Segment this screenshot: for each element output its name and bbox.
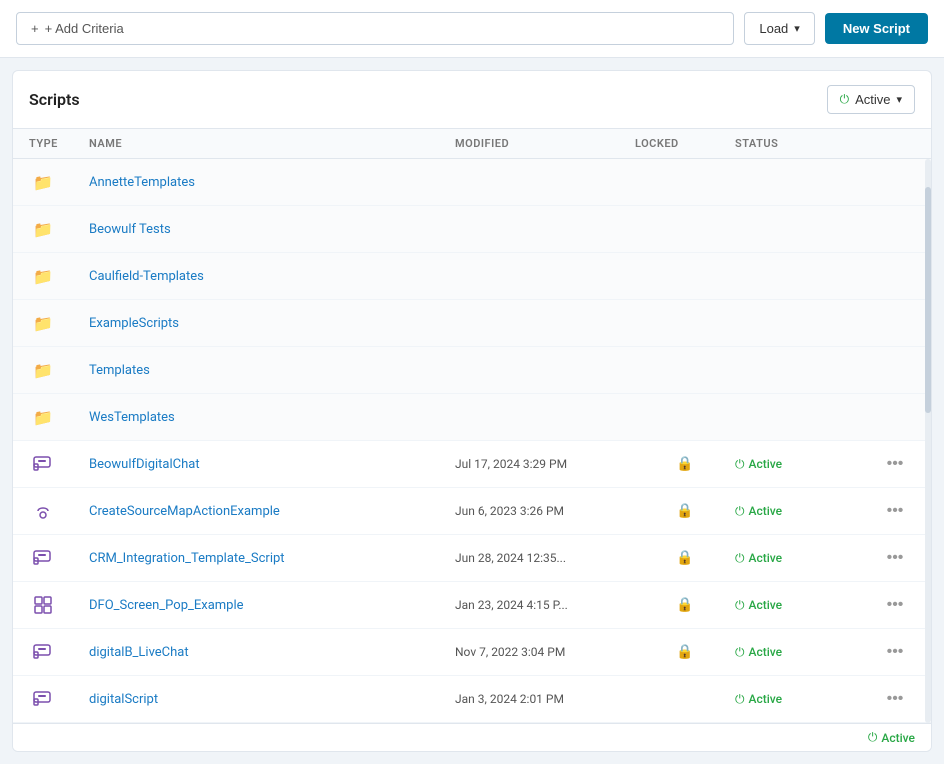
col-actions	[875, 137, 915, 150]
status-filter-button[interactable]: ⏻ Active ▾	[827, 85, 915, 114]
script-icon-dfo	[29, 591, 57, 619]
table-row: digitalB_LiveChat Nov 7, 2022 3:04 PM 🔒 …	[13, 629, 931, 676]
status-active-digital-script: ⏻ Active	[735, 692, 875, 707]
table-body: 📁 AnnetteTemplates 📁 Beowulf Tests 📁 Cau…	[13, 159, 931, 723]
bottom-bar: ⏻ Active	[13, 723, 931, 751]
more-button-digital-b[interactable]: •••	[875, 641, 915, 663]
table-row: 📁 Beowulf Tests	[13, 206, 931, 253]
script-modified-create-source: Jun 6, 2023 3:26 PM	[455, 504, 635, 518]
more-button-dfo[interactable]: •••	[875, 594, 915, 616]
table-row: CreateSourceMapActionExample Jun 6, 2023…	[13, 488, 931, 535]
power-icon: ⏻	[840, 92, 850, 107]
script-modified-crm: Jun 28, 2024 12:35...	[455, 551, 635, 565]
power-icon-bottom: ⏻	[868, 730, 878, 745]
status-active-crm: ⏻ Active	[735, 551, 875, 566]
table-row: 📁 AnnetteTemplates	[13, 159, 931, 206]
power-icon: ⏻	[735, 504, 745, 519]
status-active-beowulf-chat: ⏻ Active	[735, 457, 875, 472]
script-icon-beowulf-chat	[29, 450, 57, 478]
script-name-beowulf-chat[interactable]: BeowulfDigitalChat	[89, 457, 455, 472]
col-name: NAME	[89, 137, 455, 150]
table-header: TYPE NAME MODIFIED LOCKED STATUS	[13, 129, 931, 159]
add-criteria-button[interactable]: + + Add Criteria	[16, 12, 734, 45]
lock-icon-dfo: 🔒	[635, 597, 735, 613]
lock-icon-digital-b: 🔒	[635, 644, 735, 660]
status-active-digital-b: ⏻ Active	[735, 645, 875, 660]
more-button-beowulf-chat[interactable]: •••	[875, 453, 915, 475]
chevron-down-icon: ▾	[896, 93, 902, 106]
scripts-panel: Scripts ⏻ Active ▾ TYPE NAME MODIFIED LO…	[12, 70, 932, 752]
script-icon-digital-script	[29, 685, 57, 713]
power-icon: ⏻	[735, 551, 745, 566]
folder-icon-beowulf: 📁	[29, 215, 57, 243]
folder-icon-caulfield: 📁	[29, 262, 57, 290]
script-modified-digital-b: Nov 7, 2022 3:04 PM	[455, 645, 635, 659]
folder-icon-wes: 📁	[29, 403, 57, 431]
table-row: digitalScript Jan 3, 2024 2:01 PM ⏻ Acti…	[13, 676, 931, 723]
folder-icon-example: 📁	[29, 309, 57, 337]
load-button[interactable]: Load ▾	[744, 12, 814, 45]
status-active-dfo: ⏻ Active	[735, 598, 875, 613]
col-modified: MODIFIED	[455, 137, 635, 150]
panel-title: Scripts	[29, 90, 80, 109]
folder-icon-templates: 📁	[29, 356, 57, 384]
script-modified-digital-script: Jan 3, 2024 2:01 PM	[455, 692, 635, 706]
folder-name-beowulf[interactable]: Beowulf Tests	[89, 222, 455, 237]
script-icon-create-source	[29, 497, 57, 525]
folder-icon-annette: 📁	[29, 168, 57, 196]
status-filter-label: Active	[855, 92, 890, 107]
bottom-status-label: Active	[881, 731, 915, 745]
lock-icon-create-source: 🔒	[635, 503, 735, 519]
folder-name-example[interactable]: ExampleScripts	[89, 316, 455, 331]
lock-icon-beowulf-chat: 🔒	[635, 456, 735, 472]
table-row: 📁 WesTemplates	[13, 394, 931, 441]
table-row: CRM_Integration_Template_Script Jun 28, …	[13, 535, 931, 582]
top-bar: + + Add Criteria Load ▾ New Script	[0, 0, 944, 58]
new-script-button[interactable]: New Script	[825, 13, 928, 44]
more-button-crm[interactable]: •••	[875, 547, 915, 569]
col-locked: LOCKED	[635, 137, 735, 150]
lock-icon-crm: 🔒	[635, 550, 735, 566]
col-type: TYPE	[29, 137, 89, 150]
power-icon: ⏻	[735, 692, 745, 707]
plus-icon: +	[31, 21, 39, 36]
folder-name-templates[interactable]: Templates	[89, 363, 455, 378]
more-button-digital-script[interactable]: •••	[875, 688, 915, 710]
add-criteria-label: + Add Criteria	[45, 21, 124, 36]
script-name-create-source[interactable]: CreateSourceMapActionExample	[89, 504, 455, 519]
script-icon-crm	[29, 544, 57, 572]
new-script-label: New Script	[843, 21, 910, 36]
power-icon: ⏻	[735, 457, 745, 472]
scrollbar[interactable]	[925, 159, 931, 723]
col-status: STATUS	[735, 137, 875, 150]
status-active-create-source: ⏻ Active	[735, 504, 875, 519]
folder-name-caulfield[interactable]: Caulfield-Templates	[89, 269, 455, 284]
table-row: 📁 Caulfield-Templates	[13, 253, 931, 300]
script-name-digital-script[interactable]: digitalScript	[89, 692, 455, 707]
script-name-crm[interactable]: CRM_Integration_Template_Script	[89, 551, 455, 566]
table-row: 📁 ExampleScripts	[13, 300, 931, 347]
power-icon: ⏻	[735, 598, 745, 613]
chevron-down-icon: ▾	[794, 22, 800, 35]
script-name-digital-b[interactable]: digitalB_LiveChat	[89, 645, 455, 660]
power-icon: ⏻	[735, 645, 745, 660]
table-row: BeowulfDigitalChat Jul 17, 2024 3:29 PM …	[13, 441, 931, 488]
bottom-status: ⏻ Active	[868, 730, 915, 745]
folder-name-wes[interactable]: WesTemplates	[89, 410, 455, 425]
table-row: DFO_Screen_Pop_Example Jan 23, 2024 4:15…	[13, 582, 931, 629]
script-name-dfo[interactable]: DFO_Screen_Pop_Example	[89, 598, 455, 613]
script-modified-beowulf-chat: Jul 17, 2024 3:29 PM	[455, 457, 635, 471]
more-button-create-source[interactable]: •••	[875, 500, 915, 522]
load-label: Load	[759, 21, 788, 36]
folder-name-annette[interactable]: AnnetteTemplates	[89, 175, 455, 190]
scrollbar-thumb[interactable]	[925, 187, 931, 413]
table-row: 📁 Templates	[13, 347, 931, 394]
script-icon-digital-b	[29, 638, 57, 666]
panel-header: Scripts ⏻ Active ▾	[13, 71, 931, 129]
